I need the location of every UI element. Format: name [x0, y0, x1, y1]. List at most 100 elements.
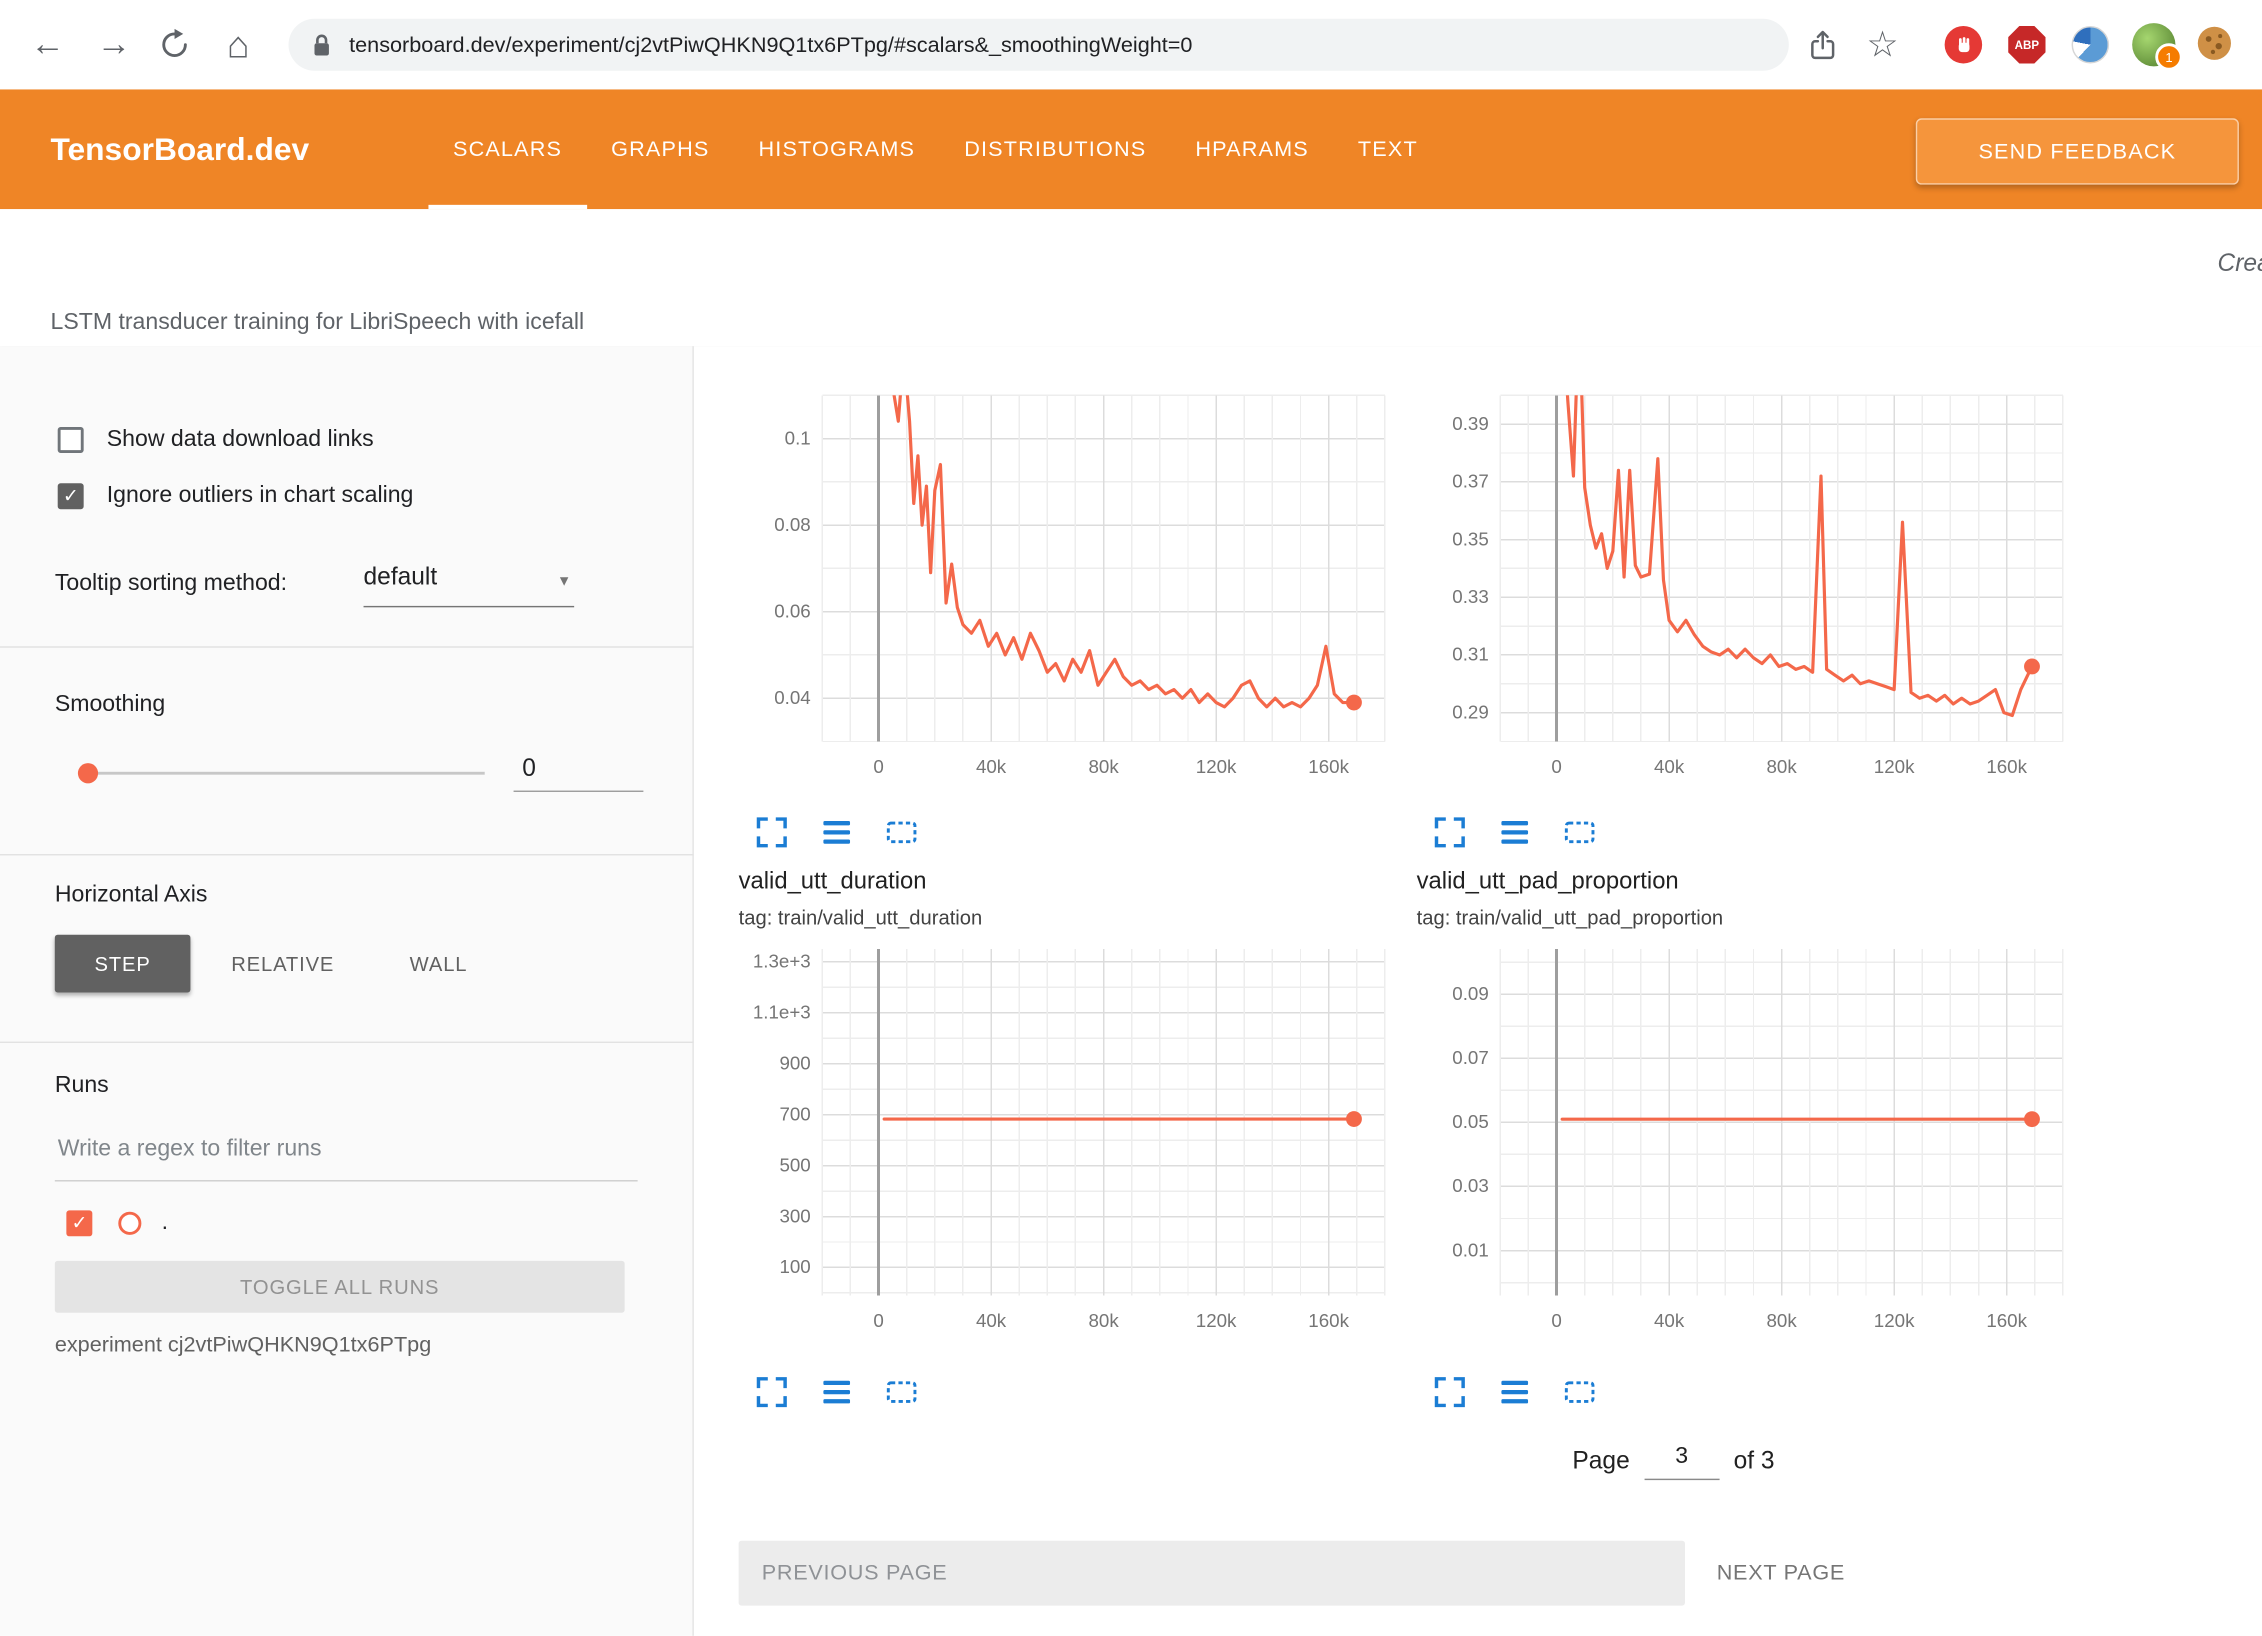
svg-text:100: 100	[779, 1256, 810, 1277]
show-download-links-row[interactable]: Show data download links	[58, 427, 374, 453]
previous-page-button[interactable]: PREVIOUS PAGE	[739, 1541, 1685, 1606]
svg-text:80k: 80k	[1088, 756, 1119, 777]
svg-text:300: 300	[779, 1205, 810, 1226]
run-color-circle	[118, 1212, 141, 1235]
show-download-links-label[interactable]: Show data download links	[107, 427, 374, 453]
next-page-button[interactable]: NEXT PAGE	[1717, 1541, 1845, 1606]
tab-scalars-label: SCALARS	[453, 137, 562, 162]
svg-text:0.39: 0.39	[1452, 413, 1489, 434]
pagination: Page of 3	[1572, 1443, 1774, 1481]
svg-text:0.08: 0.08	[774, 514, 811, 535]
svg-text:0.01: 0.01	[1452, 1239, 1489, 1260]
abp-label: ABP	[2015, 38, 2039, 51]
extension-adblock-icon[interactable]	[1945, 26, 1983, 64]
ignore-outliers-row[interactable]: ✓ Ignore outliers in chart scaling	[58, 483, 414, 509]
runs-filter-input[interactable]	[55, 1119, 638, 1181]
svg-text:0.1: 0.1	[785, 427, 811, 448]
tab-hparams[interactable]: HPARAMS	[1171, 89, 1334, 209]
smoothing-slider-track[interactable]	[88, 772, 485, 775]
brand-logo[interactable]: TensorBoard.dev	[50, 89, 309, 209]
chart-top-left[interactable]: 0.040.060.080.1040k80k120k160k	[739, 387, 1403, 785]
runs-selector-icon[interactable]	[815, 811, 858, 854]
show-download-links-checkbox[interactable]	[58, 427, 84, 453]
svg-text:80k: 80k	[1766, 756, 1797, 777]
svg-text:160k: 160k	[1308, 1310, 1349, 1331]
run-row[interactable]: ✓ .	[66, 1210, 168, 1236]
share-button[interactable]	[1797, 20, 1846, 69]
share-icon	[1805, 28, 1838, 61]
back-button[interactable]: ←	[23, 20, 72, 69]
svg-text:0.03: 0.03	[1452, 1175, 1489, 1196]
svg-text:160k: 160k	[1308, 756, 1349, 777]
tab-scalars[interactable]: SCALARS	[428, 89, 586, 209]
tab-distributions[interactable]: DISTRIBUTIONS	[940, 89, 1171, 209]
runs-selector-icon[interactable]	[815, 1370, 858, 1413]
smoothing-value-input[interactable]	[514, 747, 644, 792]
fit-domain-icon[interactable]	[880, 811, 923, 854]
run-checkbox[interactable]: ✓	[66, 1210, 92, 1236]
svg-text:40k: 40k	[1654, 1310, 1685, 1331]
reload-button[interactable]	[150, 20, 199, 69]
axis-wall-button[interactable]: WALL	[372, 935, 505, 993]
experiment-subheader: Crea LSTM transducer training for LibriS…	[0, 209, 2262, 346]
runs-selector-icon[interactable]	[1493, 811, 1536, 854]
smoothing-slider-thumb[interactable]	[78, 763, 98, 783]
url-bar[interactable]: tensorboard.dev/experiment/cj2vtPiwQHKN9…	[289, 19, 1789, 71]
forward-button[interactable]: →	[89, 20, 138, 69]
fit-domain-icon[interactable]	[1558, 811, 1601, 854]
tooltip-sorting-dropdown[interactable]: default ▼	[364, 563, 575, 608]
svg-text:160k: 160k	[1986, 756, 2027, 777]
extension-abp-icon[interactable]: ABP	[2008, 26, 2046, 64]
app-header: TensorBoard.dev SCALARS GRAPHS HISTOGRAM…	[0, 89, 2262, 209]
lock-icon	[312, 32, 332, 57]
divider	[0, 646, 694, 647]
page-of-label: of 3	[1734, 1447, 1775, 1476]
runs-label: Runs	[55, 1073, 109, 1099]
svg-text:0: 0	[873, 1310, 883, 1331]
bookmark-star-icon[interactable]: ☆	[1858, 20, 1907, 69]
tab-text[interactable]: TEXT	[1333, 89, 1442, 209]
url-text: tensorboard.dev/experiment/cj2vtPiwQHKN9…	[349, 32, 1192, 57]
chart-toolbar	[1428, 1370, 1601, 1413]
chart-valid-utt-duration[interactable]: 1003005007009001.1e+31.3e+3040k80k120k16…	[739, 941, 1403, 1339]
tab-graphs[interactable]: GRAPHS	[587, 89, 734, 209]
send-feedback-button[interactable]: SEND FEEDBACK	[1916, 118, 2239, 184]
page-number-input[interactable]	[1644, 1443, 1719, 1481]
extension-pie-icon[interactable]	[2072, 26, 2110, 64]
fit-domain-icon[interactable]	[1558, 1370, 1601, 1413]
chart-top-right[interactable]: 0.290.310.330.350.370.39040k80k120k160k	[1417, 387, 2081, 785]
ignore-outliers-checkbox[interactable]: ✓	[58, 483, 84, 509]
divider	[0, 854, 694, 855]
svg-text:120k: 120k	[1874, 1310, 1915, 1331]
fit-domain-icon[interactable]	[880, 1370, 923, 1413]
expand-chart-icon[interactable]	[750, 1370, 793, 1413]
svg-text:80k: 80k	[1766, 1310, 1797, 1331]
home-button[interactable]: ⌂	[214, 20, 263, 69]
expand-chart-icon[interactable]	[1428, 1370, 1471, 1413]
chart-valid-utt-pad-proportion[interactable]: 0.010.030.050.070.09040k80k120k160k	[1417, 941, 2081, 1339]
scalars-dashboard: 0.040.060.080.1040k80k120k160k 0.290.310…	[694, 346, 2262, 1636]
svg-text:40k: 40k	[976, 756, 1007, 777]
ignore-outliers-label[interactable]: Ignore outliers in chart scaling	[107, 483, 414, 509]
svg-text:0: 0	[873, 756, 883, 777]
runs-selector-icon[interactable]	[1493, 1370, 1536, 1413]
svg-text:120k: 120k	[1874, 756, 1915, 777]
tab-histograms[interactable]: HISTOGRAMS	[734, 89, 940, 209]
chart-title: valid_utt_pad_proportion	[1417, 868, 1679, 895]
axis-step-button[interactable]: STEP	[55, 935, 191, 993]
svg-text:160k: 160k	[1986, 1310, 2027, 1331]
expand-chart-icon[interactable]	[1428, 811, 1471, 854]
chart-tag: tag: train/valid_utt_duration	[739, 906, 983, 929]
expand-chart-icon[interactable]	[750, 811, 793, 854]
tab-histograms-label: HISTOGRAMS	[759, 137, 916, 162]
svg-text:0.06: 0.06	[774, 600, 811, 621]
toggle-all-runs-button[interactable]: TOGGLE ALL RUNS	[55, 1261, 625, 1313]
cookie-icon[interactable]	[2196, 25, 2234, 63]
tooltip-sorting-value: default	[364, 563, 438, 590]
chart-toolbar	[750, 811, 923, 854]
cookie-glyph	[2196, 25, 2234, 63]
profile-avatar[interactable]: 1	[2132, 23, 2175, 66]
run-name-label: .	[162, 1210, 168, 1236]
axis-relative-button[interactable]: RELATIVE	[214, 935, 352, 993]
svg-text:0.31: 0.31	[1452, 644, 1489, 665]
